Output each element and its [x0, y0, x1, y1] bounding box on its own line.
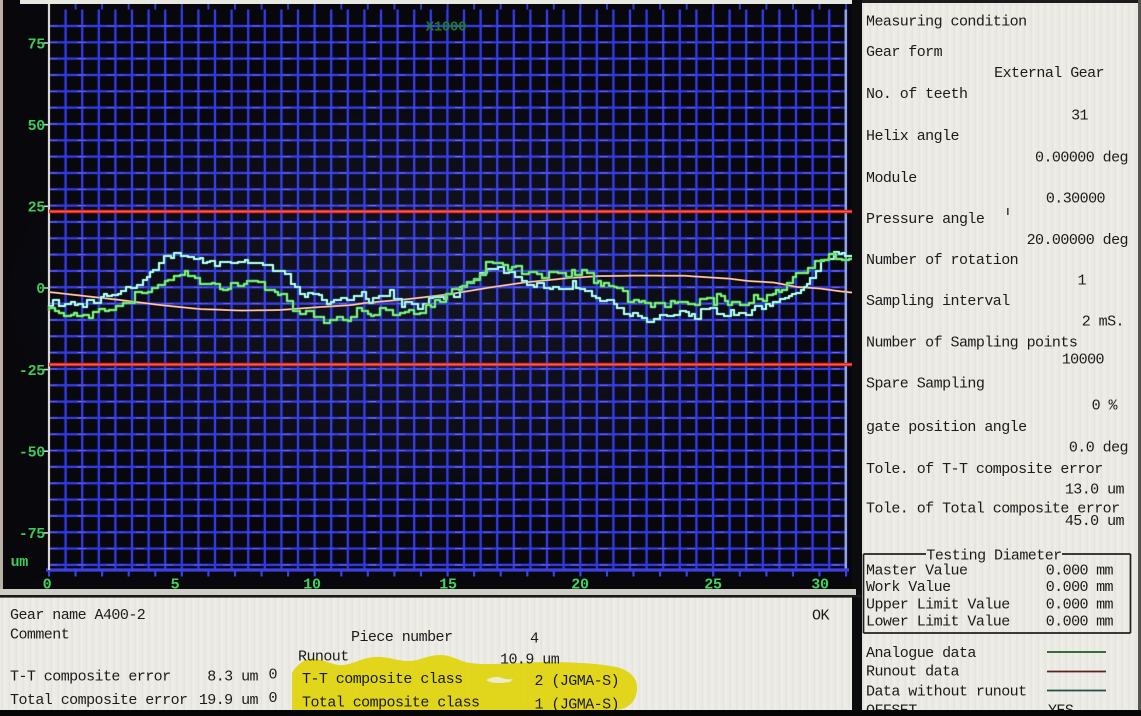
svg-text:0: 0	[269, 667, 278, 684]
svg-text:0.00000 deg: 0.00000 deg	[1035, 150, 1128, 167]
svg-text:T-T composite class: T-T composite class	[302, 671, 463, 688]
svg-text:Runout: Runout	[298, 649, 349, 666]
svg-text:-50: -50	[19, 445, 45, 462]
svg-text:2 (JGMA-S): 2 (JGMA-S)	[535, 673, 620, 690]
svg-text:Total composite class: Total composite class	[302, 695, 479, 712]
svg-text:Sampling interval: Sampling interval	[866, 293, 1010, 310]
svg-text:50: 50	[28, 118, 46, 135]
svg-text:X1000: X1000	[426, 20, 467, 36]
svg-text:10000: 10000	[1062, 352, 1105, 369]
svg-text:mm: mm	[1096, 597, 1113, 614]
svg-text:0.000: 0.000	[1046, 579, 1089, 596]
svg-text:Tole. of T-T composite error: Tole. of T-T composite error	[866, 461, 1103, 478]
svg-text:0 %: 0 %	[1092, 398, 1119, 415]
svg-text:4: 4	[530, 631, 539, 648]
svg-text:Pressure angle: Pressure angle	[866, 211, 985, 228]
svg-text:Master Value: Master Value	[866, 563, 968, 580]
svg-text:19.9 um: 19.9 um	[199, 692, 259, 709]
svg-text:0: 0	[36, 281, 45, 298]
svg-text:13.0 um: 13.0 um	[1065, 482, 1125, 499]
svg-text:OK: OK	[812, 608, 829, 625]
svg-text:No. of teeth: No. of teeth	[866, 86, 967, 103]
svg-text:0.000: 0.000	[1046, 563, 1089, 580]
svg-text:2 mS.: 2 mS.	[1082, 314, 1124, 331]
svg-text:Number of Sampling points: Number of Sampling points	[866, 335, 1077, 352]
svg-text:Piece number: Piece number	[351, 629, 452, 646]
svg-text:8.3 um: 8.3 um	[207, 669, 258, 686]
svg-text:mm: mm	[1096, 614, 1113, 631]
svg-text:um: um	[11, 554, 29, 571]
svg-text:45.0 um: 45.0 um	[1065, 513, 1125, 530]
svg-text:10.9 um: 10.9 um	[500, 652, 560, 669]
svg-text:Analogue data: Analogue data	[866, 645, 976, 662]
svg-text:0.000: 0.000	[1046, 597, 1089, 614]
svg-text:Data without runout: Data without runout	[866, 684, 1027, 701]
svg-text:Number of rotation: Number of rotation	[866, 252, 1018, 269]
svg-text:31: 31	[1071, 108, 1088, 125]
svg-text:Gear form: Gear form	[866, 44, 943, 61]
svg-text:0.30000: 0.30000	[1046, 191, 1106, 208]
svg-text:mm: mm	[1096, 579, 1113, 596]
svg-text:0.000: 0.000	[1046, 614, 1089, 631]
svg-text:-75: -75	[19, 526, 45, 543]
svg-text:20.00000 deg: 20.00000 deg	[1027, 232, 1128, 249]
svg-text:75: 75	[28, 37, 46, 54]
svg-text:Helix angle: Helix angle	[866, 128, 960, 145]
svg-text:mm: mm	[1096, 563, 1113, 580]
svg-text:-25: -25	[19, 363, 45, 380]
svg-text:Measuring condition: Measuring condition	[866, 14, 1027, 31]
svg-text:Upper Limit Value: Upper Limit Value	[866, 597, 1010, 614]
svg-text:Total composite error: Total composite error	[10, 692, 187, 709]
svg-text:T-T composite error: T-T composite error	[10, 669, 171, 686]
svg-text:Spare Sampling: Spare Sampling	[866, 376, 984, 393]
svg-text:0: 0	[269, 690, 278, 707]
svg-text:0.0 deg: 0.0 deg	[1069, 440, 1128, 457]
svg-text:1: 1	[1078, 273, 1087, 290]
svg-text:Work Value: Work Value	[866, 579, 951, 596]
svg-text:Gear name A400-2: Gear name A400-2	[10, 607, 145, 624]
svg-text:Lower Limit Value: Lower Limit Value	[866, 614, 1010, 631]
svg-text:gate position angle: gate position angle	[866, 419, 1027, 436]
svg-text:Module: Module	[866, 170, 917, 187]
svg-text:External Gear: External Gear	[994, 65, 1104, 82]
svg-text:25: 25	[28, 200, 46, 217]
svg-text:Runout data: Runout data	[866, 664, 960, 681]
svg-text:Comment: Comment	[10, 627, 69, 644]
